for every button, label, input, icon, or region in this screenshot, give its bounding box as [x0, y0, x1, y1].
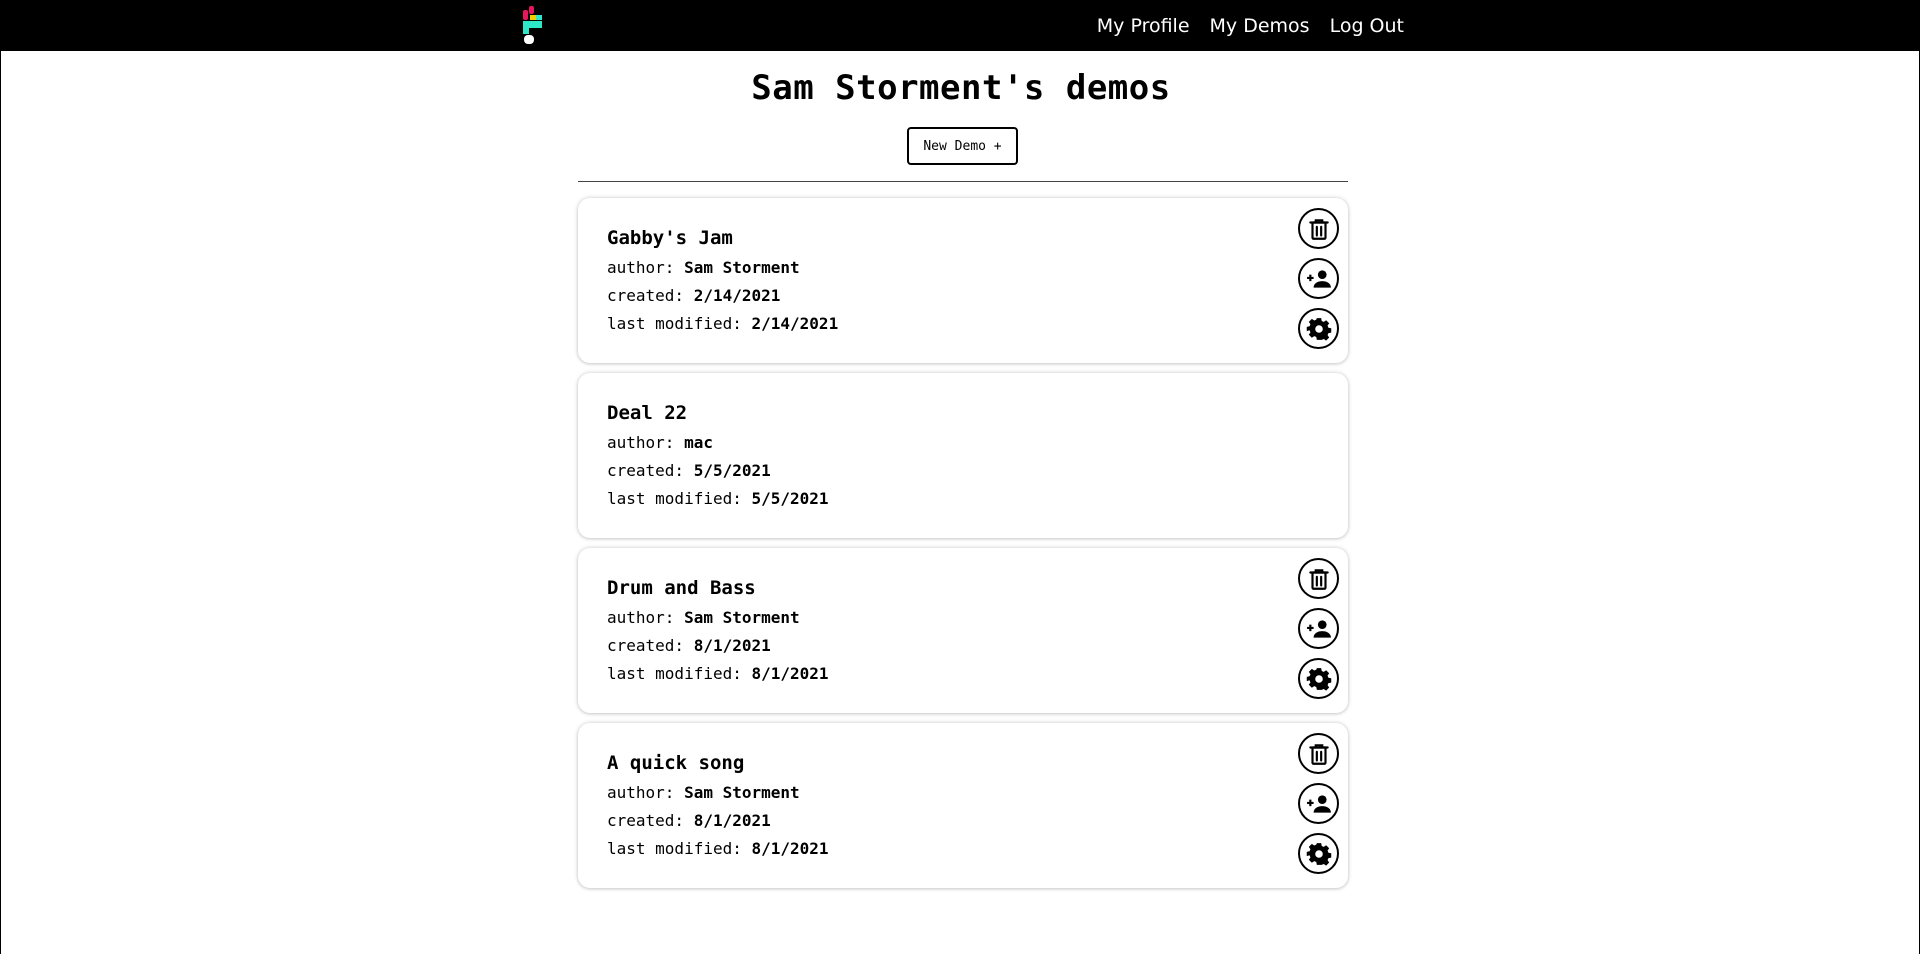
- demo-title: A quick song: [607, 752, 745, 774]
- share-demo-button[interactable]: [1298, 258, 1339, 299]
- add-user-icon: [1306, 794, 1331, 813]
- modified-value: 2/14/2021: [751, 314, 839, 333]
- demo-author: author: Sam Storment: [607, 783, 800, 802]
- author-value: Sam Storment: [684, 783, 800, 802]
- new-demo-button[interactable]: New Demo +: [907, 127, 1018, 165]
- modified-value: 5/5/2021: [751, 489, 829, 508]
- created-label: created:: [607, 461, 685, 480]
- demo-modified: last modified: 5/5/2021: [607, 489, 829, 508]
- modified-label: last modified:: [607, 664, 742, 683]
- author-label: author:: [607, 783, 675, 802]
- demo-created: created: 8/1/2021: [607, 811, 771, 830]
- app-logo-icon[interactable]: [523, 6, 543, 44]
- top-navbar: My Profile My Demos Log Out: [1, 0, 1920, 51]
- author-label: author:: [607, 608, 675, 627]
- modified-label: last modified:: [607, 489, 742, 508]
- demo-modified: last modified: 2/14/2021: [607, 314, 838, 333]
- modified-value: 8/1/2021: [751, 664, 829, 683]
- add-user-icon: [1306, 269, 1331, 288]
- demo-settings-button[interactable]: [1298, 308, 1339, 349]
- demo-title: Drum and Bass: [607, 577, 756, 599]
- delete-demo-button[interactable]: [1298, 558, 1339, 599]
- created-label: created:: [607, 811, 685, 830]
- demo-created: created: 8/1/2021: [607, 636, 771, 655]
- demo-settings-button[interactable]: [1298, 833, 1339, 874]
- nav-log-out-link[interactable]: Log Out: [1330, 15, 1404, 37]
- created-value: 8/1/2021: [693, 636, 771, 655]
- nav-my-profile-link[interactable]: My Profile: [1097, 15, 1190, 37]
- demo-modified: last modified: 8/1/2021: [607, 664, 829, 683]
- modified-value: 8/1/2021: [751, 839, 829, 858]
- author-label: author:: [607, 433, 675, 452]
- demo-title: Gabby's Jam: [607, 227, 733, 249]
- demo-created: created: 5/5/2021: [607, 461, 771, 480]
- modified-label: last modified:: [607, 314, 742, 333]
- add-user-icon: [1306, 619, 1331, 638]
- created-value: 8/1/2021: [693, 811, 771, 830]
- demo-card[interactable]: Deal 22 author: mac created: 5/5/2021 la…: [578, 373, 1348, 538]
- trash-icon: [1308, 743, 1329, 765]
- nav-my-demos-link[interactable]: My Demos: [1210, 15, 1310, 37]
- demo-card[interactable]: Gabby's Jam author: Sam Storment created…: [578, 198, 1348, 363]
- nav-links: My Profile My Demos Log Out: [1097, 0, 1404, 51]
- gear-icon: [1306, 842, 1331, 866]
- delete-demo-button[interactable]: [1298, 733, 1339, 774]
- author-value: mac: [684, 433, 713, 452]
- created-value: 2/14/2021: [693, 286, 781, 305]
- demo-author: author: mac: [607, 433, 713, 452]
- demo-card[interactable]: Drum and Bass author: Sam Storment creat…: [578, 548, 1348, 713]
- created-label: created:: [607, 636, 685, 655]
- demo-author: author: Sam Storment: [607, 258, 800, 277]
- share-demo-button[interactable]: [1298, 783, 1339, 824]
- demo-title: Deal 22: [607, 402, 688, 424]
- trash-icon: [1308, 568, 1329, 590]
- demo-created: created: 2/14/2021: [607, 286, 780, 305]
- gear-icon: [1306, 317, 1331, 341]
- author-label: author:: [607, 258, 675, 277]
- demo-modified: last modified: 8/1/2021: [607, 839, 829, 858]
- trash-icon: [1308, 218, 1329, 240]
- modified-label: last modified:: [607, 839, 742, 858]
- divider: [578, 181, 1348, 182]
- author-value: Sam Storment: [684, 258, 800, 277]
- author-value: Sam Storment: [684, 608, 800, 627]
- demo-author: author: Sam Storment: [607, 608, 800, 627]
- created-label: created:: [607, 286, 685, 305]
- gear-icon: [1306, 667, 1331, 691]
- share-demo-button[interactable]: [1298, 608, 1339, 649]
- demo-settings-button[interactable]: [1298, 658, 1339, 699]
- delete-demo-button[interactable]: [1298, 208, 1339, 249]
- created-value: 5/5/2021: [693, 461, 771, 480]
- page-title: Sam Storment's demos: [751, 68, 1171, 108]
- demo-card[interactable]: A quick song author: Sam Storment create…: [578, 723, 1348, 888]
